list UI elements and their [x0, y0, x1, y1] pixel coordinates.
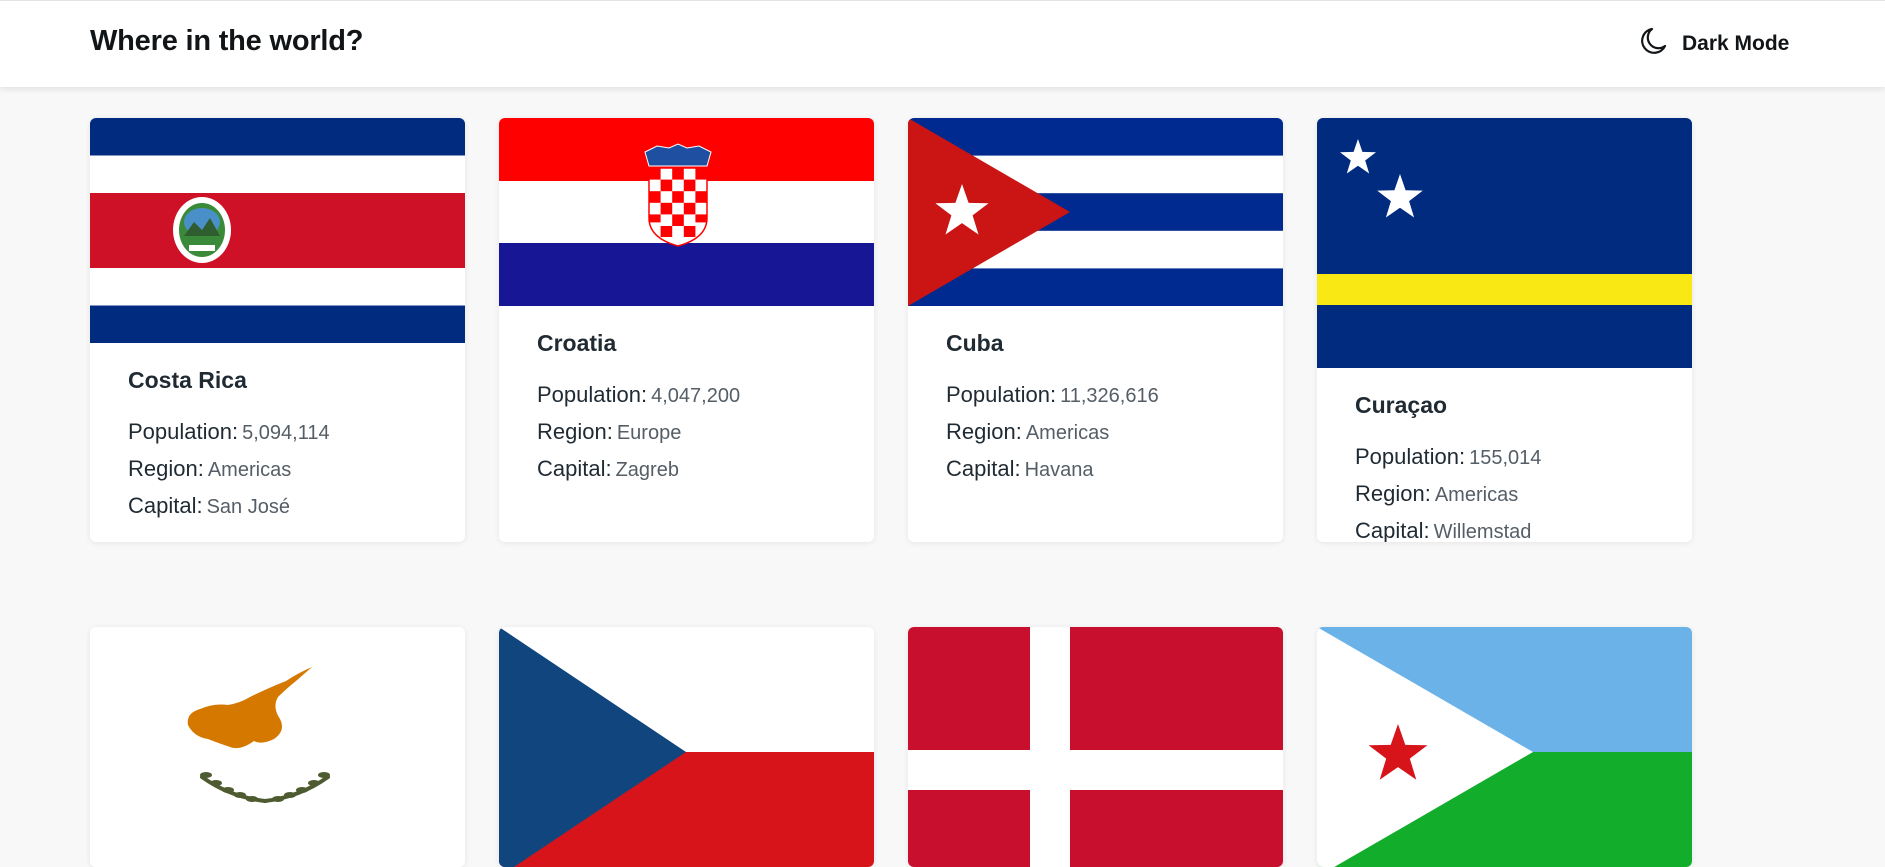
region-value: Europe — [616, 422, 682, 444]
czechia-flag — [499, 627, 874, 867]
capital-row: Capital: San José — [128, 488, 465, 525]
region-row: Region: Americas — [1355, 476, 1692, 513]
cyprus-flag — [90, 627, 465, 867]
population-row: Population: 155,014 — [1355, 439, 1692, 476]
population-value: 155,014 — [1469, 447, 1542, 469]
region-row: Region: Americas — [128, 451, 465, 488]
moon-icon — [1640, 26, 1668, 62]
population-value: 4,047,200 — [651, 385, 741, 407]
denmark-flag — [908, 627, 1283, 867]
region-label: Region: — [537, 419, 613, 444]
population-label: Population: — [1355, 444, 1466, 469]
capital-row: Capital: Zagreb — [537, 451, 874, 488]
country-card-curacao[interactable]: Curaçao Population: 155,014 Region: Americ… — [1317, 118, 1692, 542]
country-name: Curaçao — [1355, 392, 1448, 418]
app-title: Where in the world? — [90, 25, 364, 57]
region-value: Americas — [1434, 484, 1519, 506]
country-name: Cuba — [946, 330, 1004, 356]
country-name: Costa Rica — [128, 367, 247, 393]
country-card-costa-rica[interactable]: Costa Rica Population: 5,094,114 Region: A… — [90, 118, 465, 542]
population-row: Population: 5,094,114 — [128, 414, 465, 451]
region-row: Region: Americas — [946, 414, 1283, 451]
country-card-djibouti[interactable] — [1317, 627, 1692, 867]
capital-value: Havana — [1024, 459, 1094, 481]
dark-mode-label: Dark Mode — [1682, 32, 1790, 55]
region-label: Region: — [1355, 481, 1431, 506]
djibouti-flag — [1317, 627, 1692, 867]
population-row: Population: 11,326,616 — [946, 377, 1283, 414]
population-row: Population: 4,047,200 — [537, 377, 874, 414]
capital-row: Capital: Willemstad — [1355, 513, 1692, 542]
croatia-flag — [499, 118, 874, 306]
dark-mode-toggle[interactable]: Dark Mode — [1640, 26, 1790, 62]
population-label: Population: — [128, 419, 239, 444]
capital-value: San José — [206, 496, 290, 518]
country-card-czechia[interactable] — [499, 627, 874, 867]
capital-value: Willemstad — [1433, 521, 1532, 542]
region-value: Americas — [207, 459, 292, 481]
region-label: Region: — [946, 419, 1022, 444]
cuba-flag — [908, 118, 1283, 306]
population-label: Population: — [946, 382, 1057, 407]
country-name: Croatia — [537, 330, 617, 356]
region-label: Region: — [128, 456, 204, 481]
country-card-denmark[interactable] — [908, 627, 1283, 867]
population-value: 11,326,616 — [1060, 385, 1159, 407]
top-header: Where in the world? Dark Mode — [0, 0, 1885, 87]
capital-label: Capital: — [946, 456, 1021, 481]
costa-rica-flag — [90, 118, 465, 343]
region-row: Region: Europe — [537, 414, 874, 451]
capital-value: Zagreb — [615, 459, 679, 481]
capital-label: Capital: — [537, 456, 612, 481]
capital-label: Capital: — [1355, 518, 1430, 542]
country-card-cuba[interactable]: Cuba Population: 11,326,616 Region: Americ… — [908, 118, 1283, 542]
capital-row: Capital: Havana — [946, 451, 1283, 488]
country-card-cyprus[interactable] — [90, 627, 465, 867]
capital-label: Capital: — [128, 493, 203, 518]
region-value: Americas — [1025, 422, 1110, 444]
population-value: 5,094,114 — [242, 422, 330, 444]
curacao-flag — [1317, 118, 1692, 368]
country-card-croatia[interactable]: Croatia Population: 4,047,200 Region: Euro… — [499, 118, 874, 542]
population-label: Population: — [537, 382, 648, 407]
